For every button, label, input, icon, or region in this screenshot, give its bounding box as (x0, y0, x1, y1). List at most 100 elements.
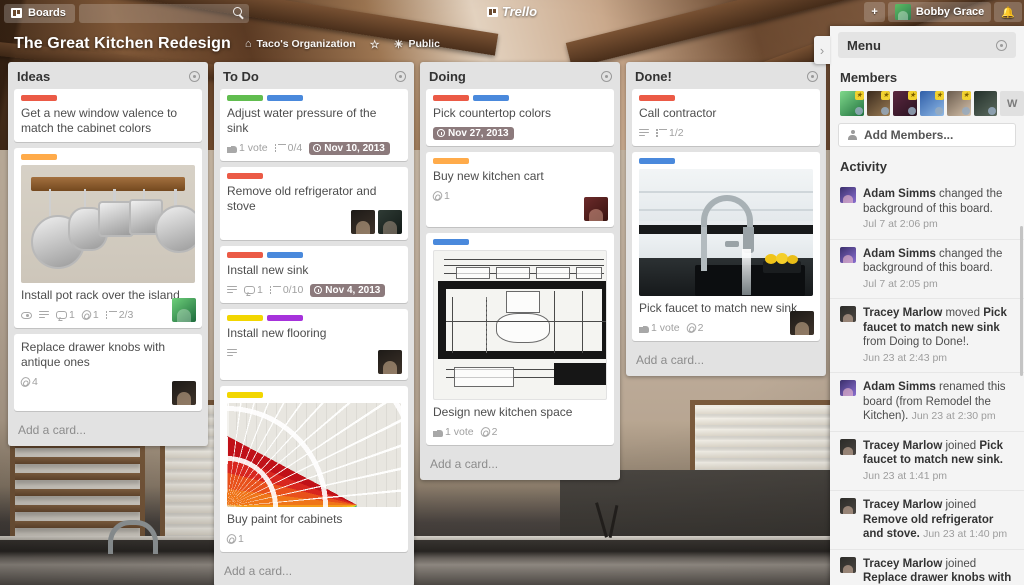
avatar[interactable]: ★ (840, 91, 864, 116)
card[interactable]: Install new flooring (220, 309, 408, 380)
add-card-ideas[interactable]: Add a card... (14, 417, 202, 446)
description-icon (227, 286, 237, 294)
avatar[interactable]: ★ (920, 91, 944, 116)
card[interactable]: Buy new kitchen cart 1 (426, 152, 614, 227)
card[interactable]: Install new sink 1 0/10 Nov 4, 2013 (220, 246, 408, 303)
activity-item[interactable]: Tracey Marlow joined Remove old refriger… (830, 491, 1024, 550)
label-orange[interactable] (433, 158, 469, 164)
card-badges: 1 vote 0/4 Nov 10, 2013 (227, 141, 401, 155)
card-labels (21, 95, 195, 101)
card-title: Install new flooring (227, 326, 327, 340)
card-members (378, 350, 402, 374)
avatar[interactable] (378, 350, 402, 374)
card-badges: 4 (18, 375, 195, 389)
avatar-initial[interactable]: W (1000, 91, 1024, 116)
attachment-badge: 1 (79, 308, 99, 322)
activity-item[interactable]: Tracey Marlow joined Replace drawer knob… (830, 550, 1024, 585)
description-icon (639, 129, 649, 137)
label-green[interactable] (227, 95, 263, 101)
card[interactable]: Buy paint for cabinets 1 (220, 386, 408, 552)
list-title: Done! (635, 69, 672, 84)
card[interactable]: Design new kitchen space 1 vote 2 (426, 233, 614, 445)
activity-item[interactable]: Tracey Marlow moved Pick faucet to match… (830, 299, 1024, 373)
label-purple[interactable] (267, 315, 303, 321)
card-title: Design new kitchen space (433, 405, 573, 419)
activity-text: Tracey Marlow joined Replace drawer knob… (863, 557, 1014, 585)
label-blue[interactable] (433, 239, 469, 245)
star-board-button[interactable]: ☆ (370, 38, 380, 51)
avatar (840, 246, 856, 263)
activity-item[interactable]: Adam Simms changed the background of thi… (830, 240, 1024, 299)
avatar[interactable] (378, 210, 402, 234)
card[interactable]: Get a new window valence to match the ca… (14, 89, 202, 142)
page-title[interactable]: The Great Kitchen Redesign (14, 35, 231, 53)
boards-button[interactable]: Boards (4, 3, 75, 23)
card-title: Call contractor (639, 106, 717, 120)
label-red[interactable] (227, 252, 263, 258)
card-badges: 1 vote 2 (433, 425, 607, 439)
avatar[interactable] (351, 210, 375, 234)
sidebar-toggle-button[interactable]: › (814, 36, 830, 64)
close-circle-icon[interactable] (996, 39, 1007, 51)
sidebar-menu-header[interactable]: Menu (838, 32, 1016, 58)
avatar[interactable] (973, 91, 998, 116)
card[interactable]: Call contractor 1/2 (632, 89, 820, 146)
user-menu-button[interactable]: Bobby Grace (887, 2, 992, 22)
label-blue[interactable] (267, 95, 303, 101)
due-date-badge[interactable]: Nov 27, 2013 (433, 126, 514, 140)
list-menu-icon[interactable] (601, 71, 612, 82)
label-blue[interactable] (639, 158, 675, 164)
card-badges: Nov 27, 2013 (433, 126, 607, 140)
label-orange[interactable] (21, 154, 57, 160)
activity-action: joined (942, 439, 980, 452)
add-card-done[interactable]: Add a card... (632, 347, 820, 376)
activity-item[interactable]: Tracey Marlow joined Pick faucet to matc… (830, 432, 1024, 491)
avatar (840, 556, 856, 573)
label-blue[interactable] (473, 95, 509, 101)
card[interactable]: Pick countertop colors Nov 27, 2013 (426, 89, 614, 146)
board-visibility[interactable]: ☀ Public (394, 38, 440, 51)
list-menu-icon[interactable] (807, 71, 818, 82)
list-doing: Doing Pick countertop colors Nov 27, 201… (420, 62, 620, 480)
notifications-button[interactable]: 🔔 (994, 2, 1022, 22)
list-menu-icon[interactable] (395, 71, 406, 82)
attachment-badge: 2 (478, 425, 497, 439)
search-input[interactable] (78, 3, 249, 23)
add-card-todo[interactable]: Add a card... (220, 558, 408, 585)
card-labels (227, 392, 401, 398)
card-labels (433, 95, 607, 101)
sidebar-scrollbar[interactable] (1020, 226, 1023, 376)
avatar[interactable]: ★ (946, 91, 971, 116)
label-red[interactable] (21, 95, 57, 101)
boards-icon (11, 8, 22, 18)
card[interactable]: Pick faucet to match new sink 1 vote 2 (632, 152, 820, 341)
label-red[interactable] (227, 173, 263, 179)
add-card-doing[interactable]: Add a card... (426, 451, 614, 480)
label-red[interactable] (433, 95, 469, 101)
label-blue[interactable] (267, 252, 303, 258)
activity-item[interactable]: Adam Simms renamed this board (from Remo… (830, 373, 1024, 432)
avatar[interactable] (172, 298, 196, 322)
card[interactable]: Adjust water pressure of the sink 1 vote… (220, 89, 408, 161)
avatar[interactable] (584, 197, 608, 221)
add-button[interactable]: + (864, 2, 885, 22)
avatar[interactable] (172, 381, 196, 405)
label-yellow[interactable] (227, 392, 263, 398)
card-badges: 1 vote 2 (639, 321, 813, 335)
activity-item[interactable]: Adam Simms changed the background of thi… (830, 180, 1024, 240)
trello-logo[interactable]: Trello (457, 4, 567, 19)
avatar[interactable]: ★ (893, 91, 918, 116)
avatar[interactable] (790, 311, 814, 335)
list-title: Ideas (17, 69, 51, 84)
card[interactable]: Replace drawer knobs with antique ones 4 (14, 334, 202, 411)
avatar[interactable]: ★ (866, 91, 891, 116)
card[interactable]: Remove old refrigerator and stove (220, 167, 408, 240)
list-menu-icon[interactable] (189, 71, 200, 82)
label-red[interactable] (639, 95, 675, 101)
due-date-badge[interactable]: Nov 4, 2013 (310, 283, 386, 297)
add-members-button[interactable]: Add Members... (838, 123, 1016, 147)
due-date-badge[interactable]: Nov 10, 2013 (309, 141, 390, 155)
board-organization[interactable]: ⌂ Taco's Organization (245, 38, 356, 50)
card[interactable]: Install pot rack over the island 1 1 2/3 (14, 148, 202, 328)
label-yellow[interactable] (227, 315, 263, 321)
